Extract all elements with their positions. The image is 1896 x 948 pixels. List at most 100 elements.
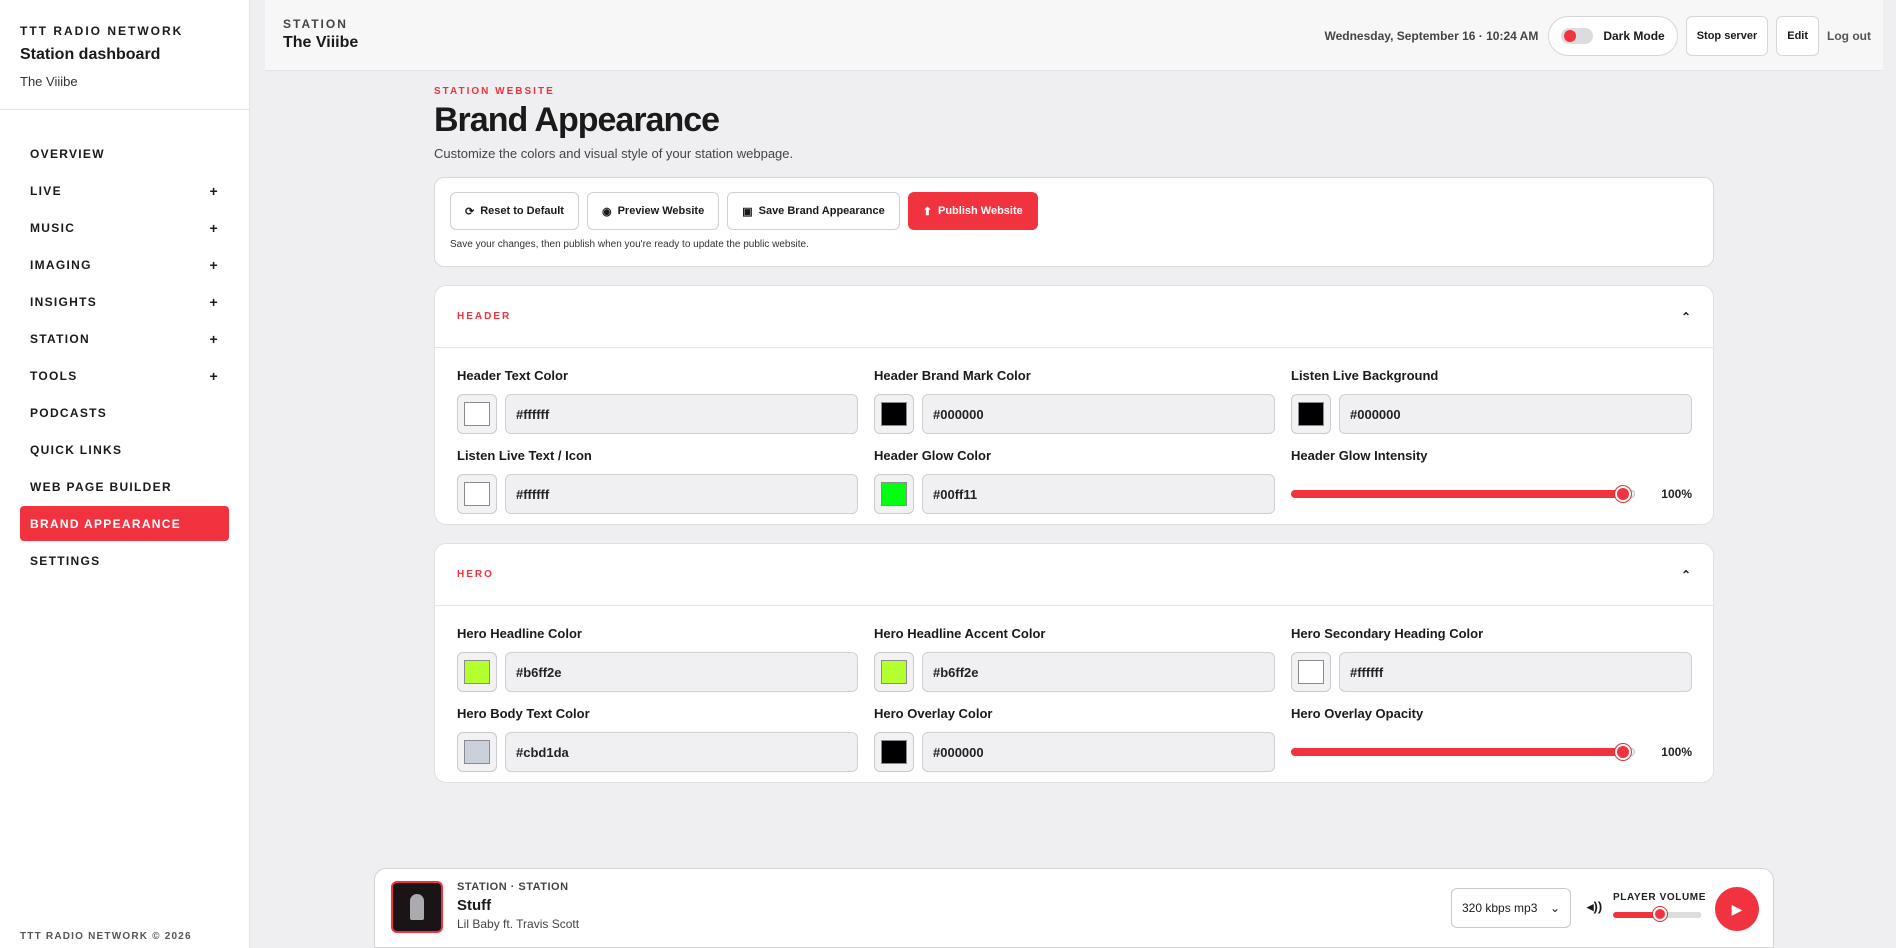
plus-icon: +	[209, 256, 219, 273]
sidebar-item-live[interactable]: LIVE +	[20, 173, 229, 208]
sidebar-item-label: QUICK LINKS	[30, 442, 123, 457]
sidebar-item-settings[interactable]: SETTINGS	[20, 543, 229, 578]
save-icon: ▣	[742, 205, 753, 218]
overlay-opacity-slider[interactable]	[1291, 744, 1635, 760]
page-title: Brand Appearance	[434, 101, 720, 139]
sidebar-item-insights[interactable]: INSIGHTS +	[20, 284, 229, 319]
slider-field: Hero Overlay Opacity 100%	[1291, 706, 1692, 772]
sidebar-item-web-page-builder[interactable]: WEB PAGE BUILDER	[20, 469, 229, 504]
color-field: Hero Body Text Color	[457, 706, 858, 772]
slider-thumb[interactable]	[1615, 486, 1631, 502]
station-name: The Viiibe	[283, 34, 359, 51]
color-field: Header Text Color	[457, 368, 858, 434]
edit-button[interactable]: Edit	[1776, 16, 1820, 56]
hex-input[interactable]	[1339, 652, 1692, 692]
color-picker[interactable]	[457, 732, 497, 772]
sidebar-item-label: STATION	[30, 331, 90, 346]
field-label: Listen Live Background	[1291, 368, 1439, 383]
audio-player: STATION · STATION Stuff Lil Baby ft. Tra…	[374, 868, 1774, 948]
color-picker[interactable]	[874, 394, 914, 434]
sidebar-item-quick-links[interactable]: QUICK LINKS	[20, 432, 229, 467]
plus-icon: +	[209, 330, 219, 347]
hex-input[interactable]	[505, 652, 858, 692]
sidebar-item-label: INSIGHTS	[30, 294, 98, 309]
field-label: Header Text Color	[457, 368, 569, 383]
sidebar-item-label: OVERVIEW	[30, 146, 105, 161]
main-content: STATION WEBSITE Brand Appearance Customi…	[434, 86, 1714, 783]
color-picker[interactable]	[457, 394, 497, 434]
publish-button[interactable]: ⬆ Publish Website	[907, 192, 1038, 230]
plus-icon: +	[209, 293, 219, 310]
color-field: Hero Overlay Color	[874, 706, 1275, 772]
stream-quality-select[interactable]: 320 kbps mp3 ⌄	[1451, 888, 1571, 928]
volume-icon[interactable]: ◂))	[1587, 899, 1602, 915]
save-button-label: Save Brand Appearance	[758, 205, 885, 217]
track-title: Stuff	[457, 897, 492, 914]
sidebar-item-tools[interactable]: TOOLS +	[20, 358, 229, 393]
reset-button[interactable]: ⟳ Reset to Default	[450, 192, 579, 230]
current-date: Wednesday, September 16 · 10:24 AM	[1324, 29, 1539, 43]
color-picker[interactable]	[457, 474, 497, 514]
header-section: HEADER ⌃ Header Text Color Header Brand …	[434, 285, 1714, 525]
sidebar-item-brand-appearance[interactable]: BRAND APPEARANCE	[20, 506, 229, 541]
field-label: Hero Overlay Opacity	[1291, 706, 1424, 721]
preview-button[interactable]: ◉ Preview Website	[586, 192, 720, 230]
now-playing: STATION · STATION Stuff Lil Baby ft. Tra…	[457, 881, 579, 931]
field-label: Hero Body Text Color	[457, 706, 590, 721]
sidebar-item-imaging[interactable]: IMAGING +	[20, 247, 229, 282]
page-description: Customize the colors and visual style of…	[434, 146, 794, 161]
dark-mode-toggle[interactable]: Dark Mode	[1548, 16, 1678, 56]
page-eyebrow: STATION WEBSITE	[434, 86, 555, 97]
chevron-up-icon[interactable]: ⌃	[1681, 310, 1691, 324]
hex-input[interactable]	[922, 732, 1275, 772]
hex-input[interactable]	[505, 474, 858, 514]
publish-button-label: Publish Website	[937, 205, 1023, 217]
field-label: Listen Live Text / Icon	[457, 448, 592, 463]
color-picker[interactable]	[457, 652, 497, 692]
color-picker[interactable]	[874, 474, 914, 514]
topbar: STATION The Viiibe Wednesday, September …	[265, 0, 1883, 71]
play-button[interactable]: ▶	[1715, 887, 1759, 931]
sidebar-item-station[interactable]: STATION +	[20, 321, 229, 356]
track-artist: Lil Baby ft. Travis Scott	[457, 917, 580, 931]
sidebar-item-label: MUSIC	[30, 220, 76, 235]
hex-input[interactable]	[922, 394, 1275, 434]
color-picker[interactable]	[874, 652, 914, 692]
sidebar-item-music[interactable]: MUSIC +	[20, 210, 229, 245]
sidebar-item-label: WEB PAGE BUILDER	[30, 479, 172, 494]
sidebar-item-podcasts[interactable]: PODCASTS	[20, 395, 229, 430]
color-swatch	[464, 402, 490, 426]
volume-thumb[interactable]	[1653, 907, 1668, 921]
field-label: Hero Overlay Color	[874, 706, 993, 721]
network-name: TTT RADIO NETWORK	[20, 24, 184, 38]
header-section-toggle[interactable]: HEADER ⌃	[435, 286, 1713, 348]
stop-server-button[interactable]: Stop server	[1685, 16, 1769, 56]
player-station: STATION · STATION	[457, 881, 569, 893]
hex-input[interactable]	[922, 474, 1275, 514]
color-field: Listen Live Text / Icon	[457, 448, 858, 514]
hex-input[interactable]	[1339, 394, 1692, 434]
color-swatch	[464, 740, 490, 764]
volume-slider[interactable]	[1613, 907, 1701, 921]
field-label: Header Brand Mark Color	[874, 368, 1031, 383]
color-picker[interactable]	[874, 732, 914, 772]
hero-section-toggle[interactable]: HERO ⌃	[435, 544, 1713, 606]
hex-input[interactable]	[505, 732, 858, 772]
color-picker[interactable]	[1291, 394, 1331, 434]
save-button[interactable]: ▣ Save Brand Appearance	[727, 192, 900, 230]
glow-intensity-slider[interactable]	[1291, 486, 1635, 502]
hex-input[interactable]	[922, 652, 1275, 692]
field-label: Hero Secondary Heading Color	[1291, 626, 1484, 641]
hex-input[interactable]	[505, 394, 858, 434]
preview-button-label: Preview Website	[617, 205, 705, 217]
reset-button-label: Reset to Default	[480, 205, 564, 217]
slider-thumb[interactable]	[1615, 744, 1631, 760]
sidebar: TTT RADIO NETWORK Station dashboard The …	[0, 0, 250, 948]
color-picker[interactable]	[1291, 652, 1331, 692]
album-art	[391, 881, 443, 933]
upload-icon: ⬆	[922, 205, 932, 218]
chevron-up-icon[interactable]: ⌃	[1681, 568, 1691, 582]
logout-link[interactable]: Log out	[1827, 29, 1871, 43]
section-title: HERO	[457, 569, 494, 580]
sidebar-item-overview[interactable]: OVERVIEW	[20, 136, 229, 171]
